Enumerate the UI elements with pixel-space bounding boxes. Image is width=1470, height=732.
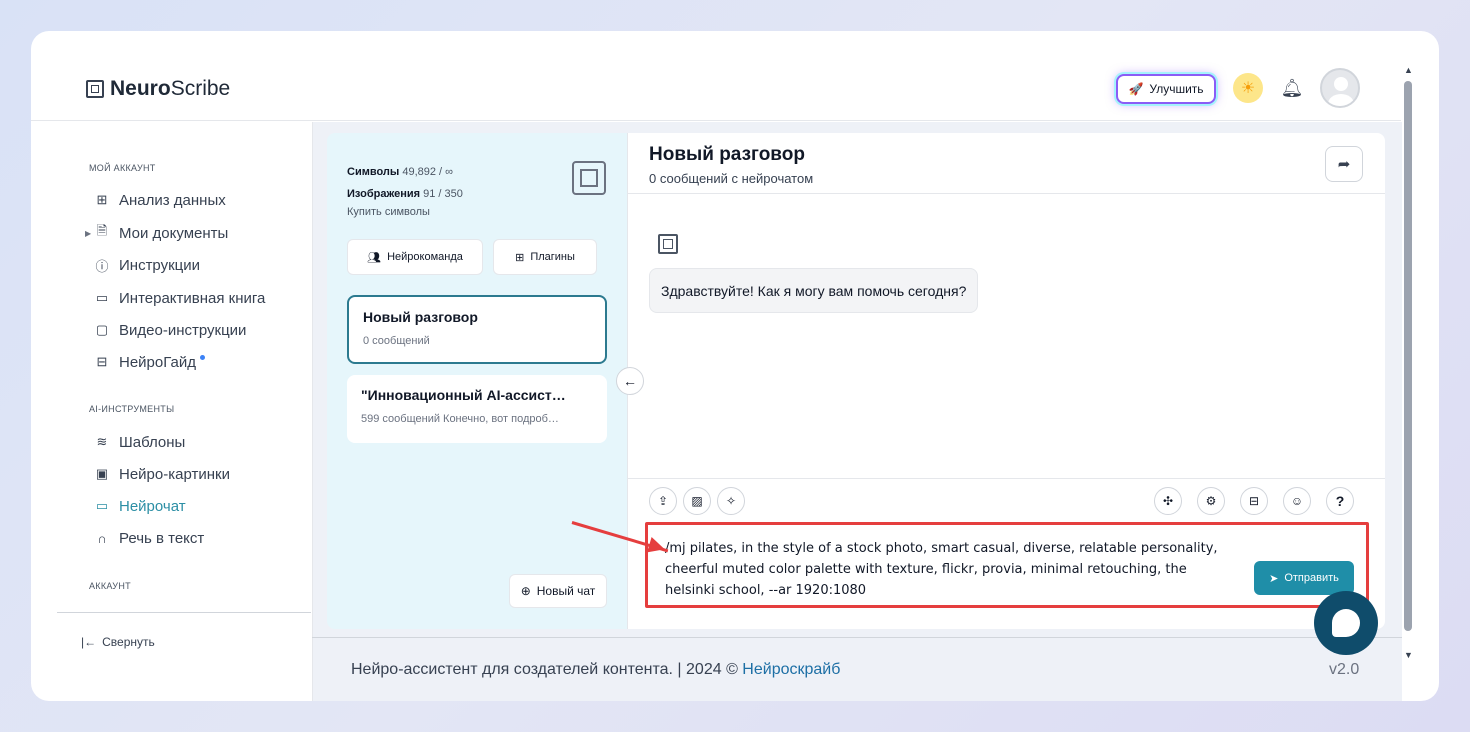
sidebar-item-neuro-images[interactable]: ▣ Нейро-картинки <box>95 463 230 485</box>
support-chat-button[interactable] <box>1314 591 1378 655</box>
collapse-arrow-icon: |← <box>81 635 97 649</box>
chat-list-panel: Символы 49,892 / ∞ Изображения 91 / 350 … <box>327 133 627 629</box>
video-icon: ▢ <box>95 322 109 337</box>
conversation-item-active[interactable]: Новый разговор 0 сообщений <box>347 295 607 364</box>
layers-icon: ≋ <box>96 434 108 449</box>
sidebar-item-interactive-book[interactable]: ▭ Интерактивная книга <box>95 287 266 309</box>
buy-symbols-link[interactable]: Купить символы <box>347 206 430 218</box>
upload-icon[interactable]: ⇪ <box>649 487 677 515</box>
scroll-down-icon[interactable]: ▼ <box>1404 650 1413 660</box>
send-button[interactable]: ➤ Отправить <box>1254 561 1354 595</box>
footer-link[interactable]: Нейроскрайб <box>742 661 840 678</box>
share-icon[interactable]: ➦ <box>1325 146 1363 182</box>
image-upload-icon[interactable]: ▨ <box>683 487 711 515</box>
chat-icon: ▭ <box>95 498 109 513</box>
chat-panel: Новый разговор 0 сообщений с нейрочатом … <box>627 133 1385 629</box>
section-my-account: МОЙ АККАУНТ <box>89 163 156 173</box>
rocket-icon: 🚀 <box>1128 82 1144 96</box>
chat-title: Новый разговор <box>649 144 805 165</box>
robot-icon[interactable]: ☺ <box>1283 487 1311 515</box>
plugins-grid-icon: ⊞ <box>515 251 525 264</box>
scroll-up-icon[interactable]: ▲ <box>1404 65 1413 75</box>
section-ai-tools: AI-ИНСТРУМЕНТЫ <box>89 404 175 414</box>
layout-icon[interactable]: ⊟ <box>1240 487 1268 515</box>
section-account: АККАУНТ <box>89 581 131 591</box>
sidebar-item-data-analysis[interactable]: ⊞ Анализ данных <box>95 189 226 211</box>
message-input-text[interactable]: /mj pilates, in the style of a stock pho… <box>665 538 1225 601</box>
sidebar-item-speech-to-text[interactable]: ∩ Речь в текст <box>95 527 204 549</box>
top-header: NeuroScribe 🚀 Улучшить ☀ 🔔︎ <box>31 31 1401 121</box>
layout-icon: ⊟ <box>96 354 108 369</box>
sidebar-item-neurochat[interactable]: ▭ Нейрочат <box>95 495 186 517</box>
neuro-team-button[interactable]: 👥︎ Нейрокоманда <box>347 239 483 275</box>
sidebar-item-video-instructions[interactable]: ▢ Видео-инструкции <box>95 319 247 341</box>
plus-circle-icon: ⊕ <box>520 584 531 598</box>
users-icon: 👥︎ <box>367 251 382 264</box>
grid-icon: ⊞ <box>96 192 108 207</box>
magic-wand-icon[interactable]: ✧ <box>717 487 745 515</box>
notifications-bell-icon[interactable]: 🔔︎ <box>1279 75 1305 101</box>
settings-icon[interactable]: ⚙ <box>1197 487 1225 515</box>
chat-subtitle: 0 сообщений с нейрочатом <box>649 171 814 186</box>
sidebar-item-neuroguide[interactable]: ⊟ НейроГайд <box>95 351 205 373</box>
usage-counters: Символы 49,892 / ∞ Изображения 91 / 350 <box>347 166 463 200</box>
help-button[interactable]: ? <box>1326 487 1354 515</box>
book-icon: ▭ <box>95 290 109 305</box>
footer-divider <box>312 637 1402 638</box>
sidebar-item-my-documents[interactable]: ▶ 🗎 Мои документы <box>85 222 228 244</box>
theme-toggle-sun-icon[interactable]: ☀ <box>1233 73 1263 103</box>
chat-bubble-icon <box>1332 609 1360 637</box>
scroll-thumb[interactable] <box>1404 81 1412 631</box>
send-icon: ➤ <box>1269 572 1279 585</box>
toolbar-divider <box>628 478 1385 479</box>
chat-divider <box>628 193 1385 194</box>
conversation-item[interactable]: "Инновационный AI-ассист… 599 сообщений … <box>347 375 607 443</box>
collapse-sidebar-button[interactable]: |← Свернуть <box>81 635 155 649</box>
footer-text: Нейро-ассистент для создателей контента.… <box>351 661 841 678</box>
image-icon: ▣ <box>95 466 109 481</box>
new-chat-button[interactable]: ⊕ Новый чат <box>509 574 607 608</box>
app-window: NeuroScribe 🚀 Улучшить ☀ 🔔︎ МОЙ АККАУНТ … <box>31 31 1439 701</box>
sidebar-divider <box>57 612 311 613</box>
app-logo[interactable]: NeuroScribe <box>86 77 230 101</box>
logo-icon <box>86 80 104 98</box>
assistant-message: Здравствуйте! Как я могу вам помочь сего… <box>649 268 979 313</box>
sidebar-item-templates[interactable]: ≋ Шаблоны <box>95 431 186 453</box>
headphones-icon: ∩ <box>97 530 107 546</box>
plugin-icon[interactable]: ✣ <box>1154 487 1182 515</box>
document-icon: 🗎 <box>96 223 108 238</box>
brand-icon <box>572 161 606 195</box>
message-input[interactable]: /mj pilates, in the style of a stock pho… <box>645 522 1369 608</box>
upgrade-button[interactable]: 🚀 Улучшить <box>1116 74 1216 104</box>
sidebar: МОЙ АККАУНТ ⊞ Анализ данных ▶ 🗎 Мои доку… <box>57 122 311 701</box>
bot-avatar-icon <box>658 234 678 254</box>
new-indicator-dot <box>200 354 205 360</box>
version-label: v2.0 <box>1329 661 1360 678</box>
sidebar-item-instructions[interactable]: ⓘ Инструкции <box>95 254 200 276</box>
caret-right-icon[interactable]: ▶ <box>85 229 91 238</box>
help-circle-icon: ⓘ <box>95 258 109 274</box>
user-avatar[interactable] <box>1320 68 1360 108</box>
plugins-button[interactable]: ⊞ Плагины <box>493 239 597 275</box>
collapse-chatlist-arrow-icon[interactable]: ← <box>616 367 644 395</box>
scrollbar[interactable]: ▲ ▼ <box>1401 65 1415 665</box>
